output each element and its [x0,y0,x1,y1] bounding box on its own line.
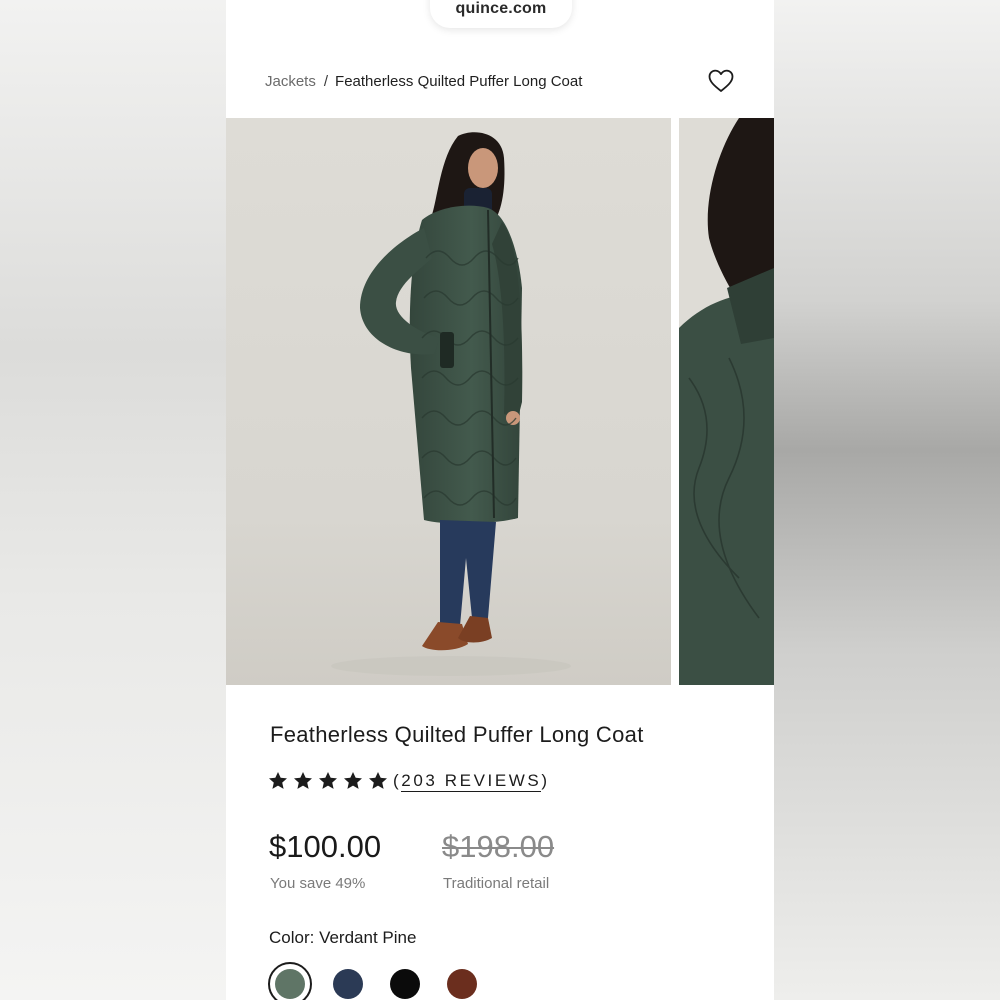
swatch-navy[interactable] [333,969,363,999]
product-image-main[interactable] [226,118,671,685]
product-gallery[interactable] [226,118,774,686]
star-icon [269,772,287,789]
model-illustration [331,132,571,676]
detail-illustration [679,118,774,685]
color-label: Color: [269,928,320,947]
star-icon [344,772,362,789]
breadcrumb-separator: / [323,72,329,90]
background-right [774,0,1000,1000]
breadcrumb-current: Featherless Quilted Puffer Long Coat [335,72,583,90]
product-image-detail[interactable] [679,118,774,685]
reviews-link[interactable]: (203 REVIEWS) [393,771,550,792]
reviews-label: 203 REVIEWS [401,771,542,792]
star-icon [319,772,337,789]
product-title: Featherless Quilted Puffer Long Coat [270,722,644,747]
swatch-brown[interactable] [447,969,477,999]
mobile-page: quince.com Jackets / Featherless Quilted… [226,0,774,1000]
star-icon [369,772,387,789]
retail-price: $198.00 [442,829,555,864]
reviews-close-paren: ) [541,771,550,790]
savings-text: You save 49% [270,875,366,892]
retail-label: Traditional retail [443,875,550,892]
breadcrumb-link-jackets[interactable]: Jackets [265,73,316,90]
heart-icon [708,69,734,92]
sale-price: $100.00 [269,829,382,864]
swatch-black[interactable] [390,969,420,999]
star-rating [267,770,389,792]
background-left [0,0,226,1000]
breadcrumb: Jackets / Featherless Quilted Puffer Lon… [265,70,582,92]
color-value: Verdant Pine [319,928,417,947]
color-selection-label: Color: Verdant Pine [269,928,416,948]
wishlist-button[interactable] [706,66,736,96]
url-bar[interactable]: quince.com [430,0,572,28]
url-text: quince.com [455,0,547,17]
star-icon [294,772,312,789]
product-rating: (203 REVIEWS) [267,770,550,792]
swatch-verdant-pine[interactable] [275,969,305,999]
